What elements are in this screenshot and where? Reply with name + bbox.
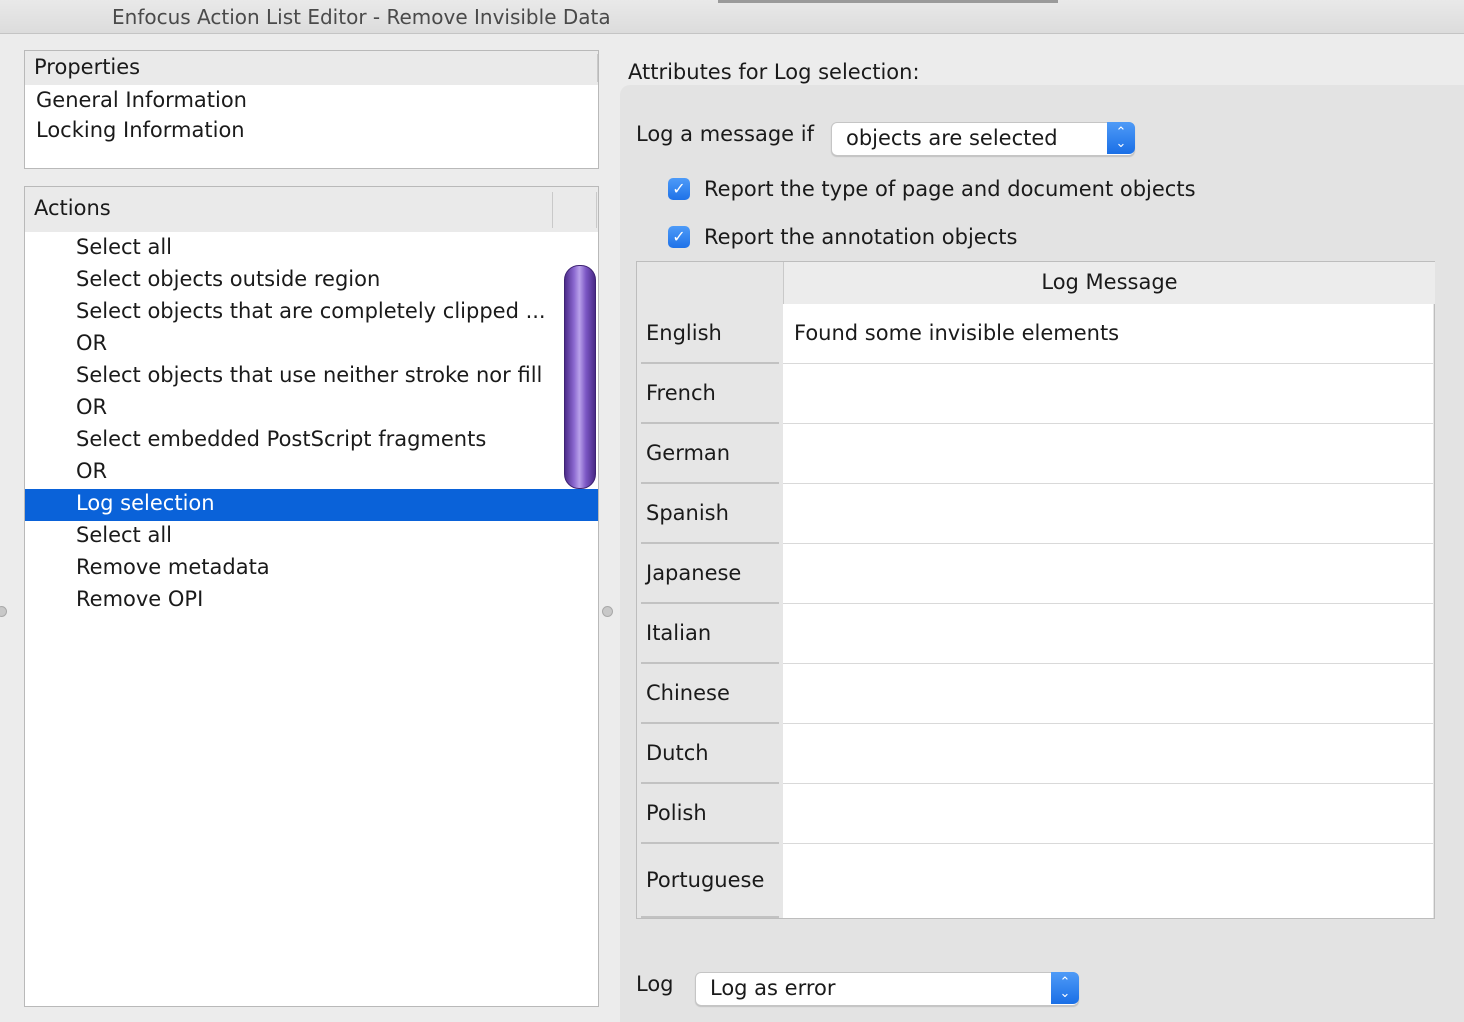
table-row[interactable]: Polish	[637, 784, 1434, 844]
action-item[interactable]: Select objects that use neither stroke n…	[25, 361, 598, 393]
column-divider[interactable]	[596, 192, 597, 228]
table-row[interactable]: Dutch	[637, 724, 1434, 784]
action-item-label: Select objects outside region	[76, 267, 381, 291]
action-item-label: OR	[76, 459, 108, 483]
checkmark-icon: ✓	[672, 179, 686, 198]
checkbox-page-objects[interactable]: ✓	[668, 178, 690, 200]
table-row[interactable]: French	[637, 364, 1434, 424]
table-row-language: Japanese	[646, 561, 742, 585]
table-row-language: French	[646, 381, 716, 405]
table-header-log-message[interactable]: Log Message	[783, 262, 1435, 304]
table-row[interactable]: German	[637, 424, 1434, 484]
log-level-label: Log	[636, 972, 674, 996]
action-item-label: Select objects that are completely clipp…	[76, 299, 546, 323]
log-if-select-value: objects are selected	[846, 126, 1058, 150]
log-level-select-value: Log as error	[710, 976, 836, 1000]
properties-item-general[interactable]: General Information	[36, 88, 247, 112]
attributes-title: Attributes for Log selection:	[628, 60, 920, 84]
table-row-language: Dutch	[646, 741, 709, 765]
table-row[interactable]: English Found some invisible elements	[637, 304, 1434, 364]
checkbox-page-objects-label: Report the type of page and document obj…	[704, 177, 1196, 201]
table-row-message[interactable]: Found some invisible elements	[794, 321, 1119, 345]
action-item-label: Remove metadata	[76, 555, 270, 579]
action-item[interactable]: OR	[25, 329, 598, 361]
table-row-language: Spanish	[646, 501, 729, 525]
table-row-language: Portuguese	[646, 868, 765, 892]
split-grip-icon[interactable]	[0, 606, 7, 617]
action-item[interactable]: OR	[25, 393, 598, 425]
action-item[interactable]: Select objects outside region	[25, 265, 598, 297]
action-item[interactable]: Select all	[25, 233, 598, 265]
checkmark-icon: ✓	[672, 227, 686, 246]
properties-header-label: Properties	[34, 55, 141, 79]
properties-panel: Properties General Information Locking I…	[24, 50, 599, 169]
table-row-language: English	[646, 321, 722, 345]
row-separator	[641, 916, 779, 918]
table-row[interactable]: Japanese	[637, 544, 1434, 604]
action-item-label: OR	[76, 331, 108, 355]
action-item-label: OR	[76, 395, 108, 419]
table-row-language: Italian	[646, 621, 712, 645]
actions-scrollbar-thumb[interactable]	[564, 265, 596, 489]
action-item[interactable]: Select all	[25, 521, 598, 553]
action-item-label: Select all	[76, 523, 172, 547]
table-row[interactable]: Portuguese	[637, 844, 1434, 918]
action-item[interactable]: Remove metadata	[25, 553, 598, 585]
action-item[interactable]: Select objects that are completely clipp…	[25, 297, 598, 329]
window-title: Enfocus Action List Editor - Remove Invi…	[112, 5, 611, 29]
properties-item-locking[interactable]: Locking Information	[36, 118, 245, 142]
log-level-select[interactable]: Log as error ⌃ ⌄	[695, 972, 1079, 1006]
table-row-language: Chinese	[646, 681, 730, 705]
table-row[interactable]: Chinese	[637, 664, 1434, 724]
actions-header: Actions	[25, 187, 598, 232]
action-item-label: Remove OPI	[76, 587, 204, 611]
table-header-label: Log Message	[1041, 270, 1178, 294]
split-grip-icon[interactable]	[602, 606, 613, 617]
table-row[interactable]: Italian	[637, 604, 1434, 664]
up-down-chevron-icon: ⌃ ⌄	[1051, 972, 1079, 1004]
log-if-select[interactable]: objects are selected ⌃ ⌄	[831, 122, 1135, 156]
actions-header-label: Actions	[34, 196, 111, 220]
actions-panel: Actions Select all Select objects outsid…	[24, 186, 599, 1007]
log-if-label: Log a message if	[636, 122, 815, 146]
action-item[interactable]: OR	[25, 457, 598, 489]
table-row[interactable]: Spanish	[637, 484, 1434, 544]
action-item[interactable]: Remove OPI	[25, 585, 598, 617]
title-bar-strip	[718, 0, 1058, 3]
checkbox-annotations-label: Report the annotation objects	[704, 225, 1018, 249]
action-item-label: Select objects that use neither stroke n…	[76, 363, 543, 387]
up-down-chevron-icon: ⌃ ⌄	[1107, 122, 1135, 154]
table-row-language: German	[646, 441, 731, 465]
checkbox-annotations[interactable]: ✓	[668, 226, 690, 248]
title-bar: Enfocus Action List Editor - Remove Invi…	[0, 0, 1464, 34]
action-item-label: Log selection	[76, 491, 215, 515]
log-message-table: Log Message English Found some invisible…	[636, 261, 1435, 919]
action-item[interactable]: Select embedded PostScript fragments	[25, 425, 598, 457]
table-row-language: Polish	[646, 801, 707, 825]
action-item-label: Select all	[76, 235, 172, 259]
properties-header: Properties	[25, 51, 598, 85]
column-divider[interactable]	[552, 192, 553, 228]
action-item-label: Select embedded PostScript fragments	[76, 427, 487, 451]
action-item-selected[interactable]: Log selection	[25, 489, 598, 521]
